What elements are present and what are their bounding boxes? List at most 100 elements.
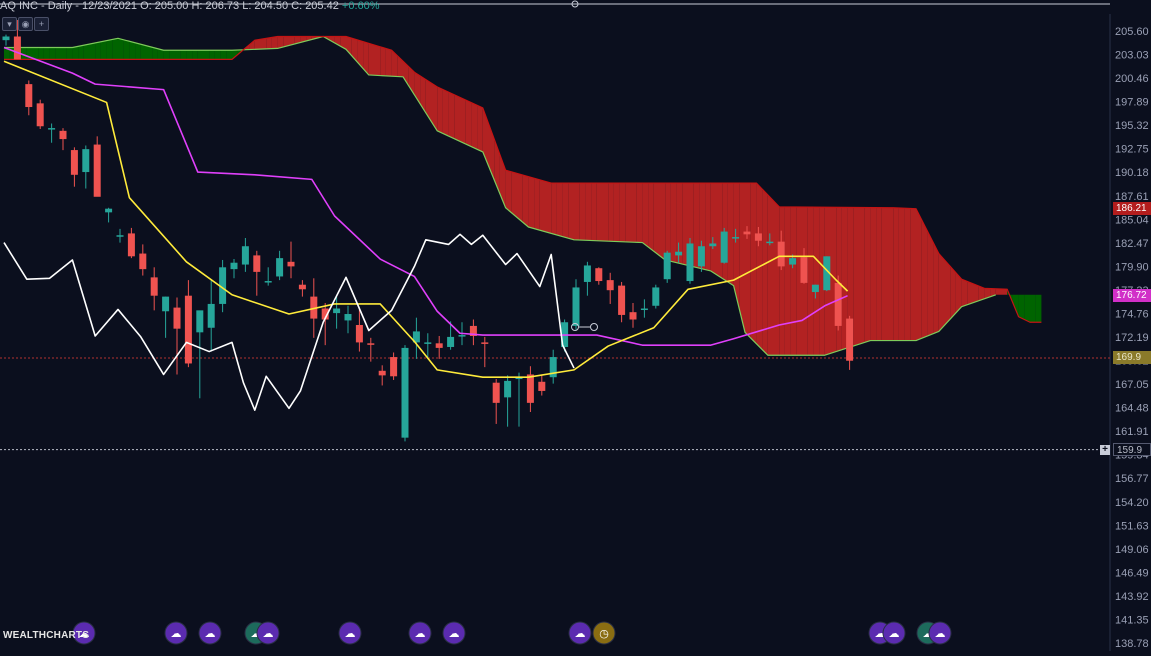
cloud-fill-segment bbox=[129, 41, 136, 60]
cloud-fill-segment bbox=[659, 183, 666, 260]
event-glyph-icon: ☁ bbox=[171, 627, 182, 640]
visibility-eye-icon[interactable]: ◉ bbox=[18, 17, 33, 31]
cloud-fill-segment bbox=[716, 183, 723, 279]
cloud-fill-segment bbox=[898, 207, 905, 341]
cloud-fill-segment bbox=[1035, 294, 1042, 323]
cloud-fill-segment bbox=[585, 183, 592, 241]
crosshair-plus-icon[interactable]: + bbox=[1100, 445, 1110, 455]
cloud-fill-segment bbox=[881, 207, 888, 341]
candle-down bbox=[25, 84, 33, 108]
cloud-fill-segment bbox=[140, 44, 147, 60]
cloud-fill-segment bbox=[574, 183, 580, 241]
collapse-chevron-icon[interactable]: ▾ bbox=[2, 17, 17, 31]
cloud-fill-segment bbox=[55, 47, 61, 60]
event-glyph-icon: ☁ bbox=[415, 627, 426, 640]
cloud-fill-segment bbox=[739, 183, 745, 333]
y-axis-tick-label: 149.06 bbox=[1115, 544, 1149, 556]
cloud-fill-segment bbox=[859, 207, 865, 345]
candle-up bbox=[105, 208, 113, 213]
cloud-fill-segment bbox=[562, 183, 569, 239]
candle-up bbox=[2, 36, 10, 41]
candle-up bbox=[640, 308, 648, 311]
candle-down bbox=[36, 103, 44, 127]
candle-up bbox=[447, 336, 455, 347]
cloud-fill-segment bbox=[921, 219, 928, 339]
candle-up bbox=[663, 252, 671, 280]
candle-up bbox=[241, 246, 249, 265]
cloud-fill-segment bbox=[1018, 294, 1025, 320]
cloud-fill-segment bbox=[448, 92, 455, 139]
cloud-fill-segment bbox=[471, 102, 478, 150]
price-tag-label: 159.9 bbox=[1113, 443, 1151, 457]
price-chart[interactable]: 205.60 203.03 200.46 197.89 195.32 192.75 190.… bbox=[0, 0, 1151, 651]
cloud-fill-segment bbox=[368, 43, 375, 76]
cloud-fill-segment bbox=[465, 100, 472, 147]
candle-up bbox=[344, 314, 352, 321]
event-glyph-icon: ☁ bbox=[345, 627, 356, 640]
cloud-fill-segment bbox=[807, 207, 814, 356]
cloud-fill-segment bbox=[870, 207, 877, 341]
candle-up bbox=[401, 347, 409, 438]
cloud-fill-segment bbox=[648, 183, 654, 252]
cloud-fill-segment bbox=[78, 45, 84, 60]
candle-up bbox=[720, 231, 728, 263]
candle-down bbox=[743, 231, 751, 235]
cloud-fill-segment bbox=[767, 194, 774, 356]
cloud-fill-segment bbox=[32, 47, 39, 60]
candle-up bbox=[196, 310, 204, 333]
cloud-fill-segment bbox=[876, 207, 882, 341]
candle-up bbox=[162, 296, 170, 312]
y-axis-tick-label: 197.89 bbox=[1115, 97, 1149, 109]
cloud-fill-segment bbox=[961, 279, 968, 307]
add-indicator-plus-icon[interactable]: + bbox=[34, 17, 49, 31]
cloud-fill-segment bbox=[72, 46, 79, 60]
cloud-fill-segment bbox=[254, 39, 261, 50]
candle-up bbox=[675, 251, 683, 256]
cloud-fill-segment bbox=[89, 42, 96, 60]
candle-down bbox=[13, 36, 21, 60]
wealthcharts-logo: WEALTHCHARTS bbox=[3, 630, 90, 641]
candle-up bbox=[572, 287, 580, 326]
candle-down bbox=[481, 342, 489, 344]
cloud-fill-segment bbox=[38, 47, 44, 60]
candle-down bbox=[127, 233, 135, 257]
y-axis-tick-label: 138.78 bbox=[1115, 638, 1149, 650]
candle-down bbox=[253, 255, 261, 272]
cloud-fill-segment bbox=[380, 46, 386, 76]
cloud-fill-segment bbox=[938, 253, 945, 332]
cloud-fill-segment bbox=[1030, 294, 1036, 323]
cloud-fill-segment bbox=[927, 231, 934, 336]
candle-down bbox=[538, 381, 546, 391]
cloud-fill-segment bbox=[522, 175, 529, 228]
candle-up bbox=[504, 380, 512, 398]
cloud-fill-segment bbox=[95, 41, 101, 60]
cloud-fill-segment bbox=[505, 170, 512, 213]
cloud-fill-segment bbox=[385, 48, 392, 77]
candle-down bbox=[390, 357, 398, 377]
chart-stage[interactable]: 205.60 203.03 200.46 197.89 195.32 192.75 190.… bbox=[0, 0, 1151, 651]
candle-up bbox=[48, 128, 56, 130]
cloud-fill-segment bbox=[591, 183, 597, 241]
candle-down bbox=[59, 130, 67, 140]
candle-down bbox=[367, 343, 375, 345]
cloud-fill-segment bbox=[226, 50, 232, 60]
cloud-fill-segment bbox=[517, 173, 523, 223]
candle-down bbox=[184, 295, 192, 364]
candle-up bbox=[652, 287, 660, 306]
clock-glyph-icon: ◷ bbox=[599, 627, 609, 640]
cloud-fill-segment bbox=[864, 207, 871, 343]
cloud-fill-segment bbox=[916, 208, 922, 341]
candle-down bbox=[70, 150, 78, 175]
interval-label: Daily bbox=[47, 0, 73, 12]
cloud-fill-segment bbox=[893, 207, 899, 341]
cloud-fill-segment bbox=[944, 259, 951, 326]
cloud-fill-segment bbox=[642, 183, 649, 247]
price-tag-label: 186.21 bbox=[1113, 202, 1151, 216]
ohlc-label: O: 205.00 H: 206.73 L: 204.50 C: 205.42 bbox=[140, 0, 339, 12]
y-axis-tick-label: 185.04 bbox=[1115, 214, 1149, 226]
cloud-fill-segment bbox=[995, 288, 1002, 295]
cloud-fill-segment bbox=[209, 50, 215, 60]
candle-down bbox=[606, 280, 614, 291]
y-axis-tick-label: 141.35 bbox=[1115, 614, 1149, 626]
cloud-fill-segment bbox=[653, 183, 660, 256]
